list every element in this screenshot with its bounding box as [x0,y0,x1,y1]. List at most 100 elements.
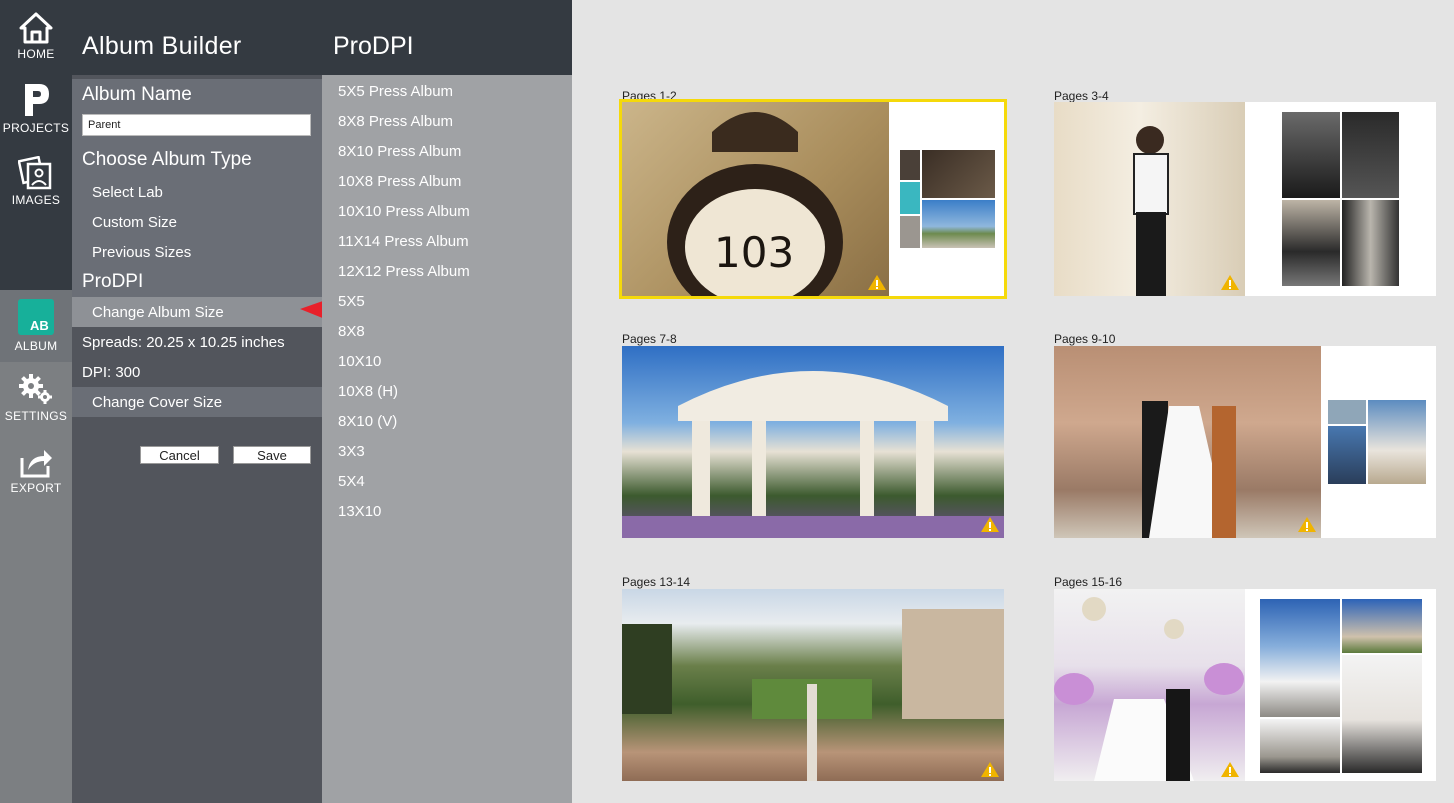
spreads-info: Spreads: 20.25 x 10.25 inches [82,334,285,351]
nav-projects[interactable]: PROJECTS [0,82,72,152]
images-icon [18,156,52,190]
photo-groom-door [1054,102,1245,296]
spread-label: Pages 15-16 [1054,575,1123,589]
nav-export[interactable]: EXPORT [0,446,72,516]
spread-pages-3-4[interactable] [1054,102,1436,296]
lab-heading: ProDPI [72,267,322,297]
photo-rings [922,150,995,198]
photo-couple-walk [1260,719,1340,773]
size-item[interactable]: 8X8 Press Album [322,106,572,136]
album-name-heading: Album Name [72,79,322,109]
change-cover-size-option[interactable]: Change Cover Size [72,387,322,417]
warning-icon [1298,517,1316,532]
spread-pages-9-10[interactable] [1054,346,1436,538]
album-name-input[interactable] [82,114,311,136]
custom-size-option[interactable]: Custom Size [72,207,322,237]
size-item[interactable]: 8X10 Press Album [322,136,572,166]
warning-icon [868,275,886,290]
album-builder-title: Album Builder [72,0,322,75]
size-item[interactable]: 10X8 (H) [322,376,572,406]
photo-palms [922,200,995,248]
nav-rail: HOME PROJECTS IMAGES AB ALBUM SETTINGS E… [0,0,72,803]
spread-label: Pages 9-10 [1054,332,1116,346]
photo-groom-handshake [1342,200,1399,286]
photo-resort-buildings [622,609,1004,781]
size-item[interactable]: 5X5 Press Album [322,76,572,106]
photo-thumb [900,182,920,214]
size-item[interactable]: 10X8 Press Album [322,166,572,196]
warning-icon [981,762,999,777]
spread-pages-13-14[interactable] [622,589,1004,781]
photo-groom-cufflinks [1342,112,1399,198]
photo-gazebo-structure [622,371,1004,538]
nav-home[interactable]: HOME [0,12,72,82]
size-item[interactable]: 8X10 (V) [322,406,572,436]
size-item[interactable]: 5X4 [322,466,572,496]
warning-icon [1221,762,1239,777]
spread-label: Pages 1-2 [622,89,677,103]
spread-pages-15-16[interactable] [1054,589,1436,781]
album-icon: AB [18,299,54,335]
size-item[interactable]: 13X10 [322,496,572,526]
photo-thumb [900,216,920,248]
projects-icon [25,84,49,116]
settings-icon [19,374,52,404]
save-button[interactable]: Save [233,446,311,464]
size-item[interactable]: 5X5 [322,286,572,316]
size-item[interactable]: 8X8 [322,316,572,346]
nav-album-label: ALBUM [14,339,58,353]
size-item[interactable]: 10X10 Press Album [322,196,572,226]
nav-settings[interactable]: SETTINGS [0,372,72,442]
photo-couple-ceremony [1054,589,1245,781]
lab-sizes-panel: ProDPI 5X5 Press Album 8X8 Press Album 8… [322,0,572,803]
warning-icon [981,517,999,532]
spread-pages-7-8[interactable] [622,346,1004,538]
spread-label: Pages 13-14 [622,575,691,589]
photo-bride-garden [1260,599,1340,717]
nav-export-label: EXPORT [10,481,62,495]
size-item[interactable]: 3X3 [322,436,572,466]
warning-icon [1221,275,1239,290]
photo-couple-embrace [1342,655,1422,773]
photo-family-fountain [1054,346,1321,538]
photo-groom-legs [1282,112,1340,198]
cancel-button[interactable]: Cancel [140,446,219,464]
photo-groom-portrait [1282,200,1340,286]
spread-pages-1-2[interactable]: 103 [619,99,1007,299]
photo-family-figures [1142,401,1236,538]
nav-projects-label: PROJECTS [2,121,70,135]
nav-images[interactable]: IMAGES [0,156,72,226]
photo-groom-figure [1133,126,1169,296]
size-item[interactable]: 11X14 Press Album [322,226,572,256]
album-builder-panel: Album Builder Album Name Choose Album Ty… [72,0,440,803]
spread-preview-area: Pages 1-2 103 Pages 3-4 Pages 7-8 Pages … [572,0,1454,803]
photo-thumb [1328,426,1366,484]
nav-album[interactable]: AB ALBUM [0,290,72,362]
nav-settings-label: SETTINGS [4,409,68,423]
size-item[interactable]: 10X10 [322,346,572,376]
spread-label: Pages 3-4 [1054,89,1109,103]
previous-sizes-option[interactable]: Previous Sizes [72,237,322,267]
export-icon [20,450,52,478]
select-lab-option[interactable]: Select Lab [72,177,322,207]
photo-door-plaque: 103 [667,112,843,296]
photo-gazebo [622,346,1004,538]
lab-sizes-title: ProDPI [322,0,572,75]
photo-bride-walk [1368,400,1426,484]
album-type-heading: Choose Album Type [72,141,322,177]
nav-images-label: IMAGES [11,193,61,207]
photo-thumb [900,150,920,180]
photo-room-number: 103 [622,102,889,296]
photo-resort-front [1342,599,1422,653]
album-icon-text: AB [30,318,49,333]
home-icon [19,12,53,44]
change-album-size-option[interactable]: Change Album Size [72,297,322,327]
nav-home-label: HOME [17,47,55,61]
dpi-info: DPI: 300 [82,364,141,381]
spread-label: Pages 7-8 [622,332,677,346]
photo-thumb [1328,400,1366,424]
photo-resort-aerial [622,589,1004,781]
lab-sizes-list: 5X5 Press Album 8X8 Press Album 8X10 Pre… [322,75,572,526]
photo-couple-figures [1054,597,1244,781]
size-item[interactable]: 12X12 Press Album [322,256,572,286]
